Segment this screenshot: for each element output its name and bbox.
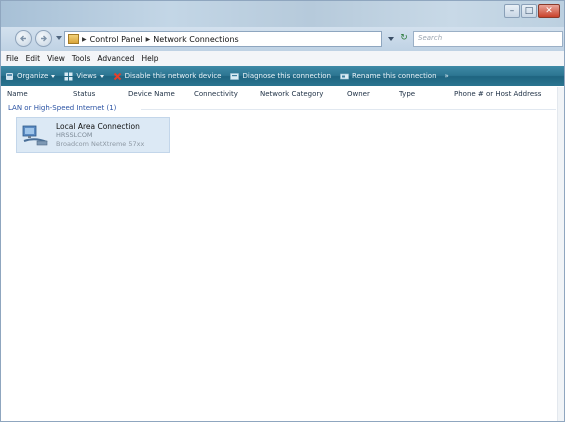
more-commands-button[interactable]: » xyxy=(445,72,449,80)
menu-view[interactable]: View xyxy=(47,54,65,63)
breadcrumb-separator-icon[interactable]: ▶ xyxy=(146,36,151,43)
organize-button[interactable]: Organize xyxy=(5,72,56,81)
forward-arrow-icon xyxy=(41,35,47,42)
disable-x-icon xyxy=(113,72,121,80)
search-input[interactable]: Search xyxy=(413,31,563,47)
column-header-owner[interactable]: Owner xyxy=(347,90,370,98)
menu-help[interactable]: Help xyxy=(141,54,158,63)
network-adapter-icon xyxy=(22,125,48,146)
column-header-type[interactable]: Type xyxy=(399,90,415,98)
minimize-button[interactable]: – xyxy=(504,4,520,18)
organize-label: Organize xyxy=(17,72,49,80)
views-icon xyxy=(64,72,73,80)
maximize-icon: □ xyxy=(524,6,534,16)
control-panel-icon xyxy=(68,34,79,44)
breadcrumb-separator-icon[interactable]: ▶ xyxy=(82,36,87,43)
back-button[interactable] xyxy=(15,30,32,47)
refresh-icon[interactable]: ↻ xyxy=(397,32,411,45)
rename-button[interactable]: Rename this connection xyxy=(340,72,437,81)
title-bar: – □ ✕ xyxy=(1,1,564,27)
menu-file[interactable]: File xyxy=(6,54,19,63)
column-header-phone-host[interactable]: Phone # or Host Address xyxy=(454,90,541,98)
back-arrow-icon xyxy=(20,35,26,42)
column-header-device-name[interactable]: Device Name xyxy=(128,90,175,98)
minimize-icon: – xyxy=(509,6,515,16)
column-header-connectivity[interactable]: Connectivity xyxy=(194,90,238,98)
menu-advanced[interactable]: Advanced xyxy=(97,54,134,63)
disable-device-button[interactable]: Disable this network device xyxy=(113,72,222,81)
connection-adapter: Broadcom NetXtreme 57xx xyxy=(56,140,145,148)
breadcrumb-control-panel[interactable]: Control Panel xyxy=(90,35,143,44)
breadcrumb-network-connections[interactable]: Network Connections xyxy=(153,35,238,44)
organize-caret-icon xyxy=(51,74,56,78)
command-bar: Organize Views Disable this network devi… xyxy=(1,66,564,86)
menu-tools[interactable]: Tools xyxy=(72,54,90,63)
diagnose-label: Diagnose this connection xyxy=(242,72,332,80)
address-dropdown-icon[interactable] xyxy=(385,33,397,45)
views-button[interactable]: Views xyxy=(64,72,104,81)
close-icon: ✕ xyxy=(545,6,553,16)
maximize-button[interactable]: □ xyxy=(521,4,537,18)
explorer-window: – □ ✕ ▶ Control Panel ▶ Network Connecti… xyxy=(0,0,565,422)
diagnose-button[interactable]: Diagnose this connection xyxy=(230,72,331,81)
menu-edit[interactable]: Edit xyxy=(26,54,41,63)
close-button[interactable]: ✕ xyxy=(538,4,560,18)
column-header-status[interactable]: Status xyxy=(73,90,95,98)
column-header-name[interactable]: Name xyxy=(7,90,28,98)
connection-name: Local Area Connection xyxy=(56,122,140,131)
address-field[interactable]: ▶ Control Panel ▶ Network Connections xyxy=(64,31,382,47)
column-header-network-category[interactable]: Network Category xyxy=(260,90,323,98)
views-label: Views xyxy=(76,72,97,80)
disable-device-label: Disable this network device xyxy=(124,72,222,80)
recent-pages-dropdown[interactable] xyxy=(56,36,62,40)
group-divider xyxy=(141,109,556,110)
group-header-lan[interactable]: LAN or High-Speed Internet (1) xyxy=(8,104,116,112)
search-placeholder: Search xyxy=(418,34,443,42)
address-toolbar: ▶ Control Panel ▶ Network Connections ↻ … xyxy=(1,27,564,52)
diagnose-icon xyxy=(230,72,240,80)
forward-button[interactable] xyxy=(35,30,52,47)
column-headers: Name Status Device Name Connectivity Net… xyxy=(1,87,564,101)
caption-buttons: – □ ✕ xyxy=(504,4,560,18)
vertical-scrollbar[interactable] xyxy=(557,87,564,421)
rename-icon xyxy=(340,73,349,79)
rename-label: Rename this connection xyxy=(352,72,437,80)
views-caret-icon xyxy=(99,74,104,78)
local-area-connection-item[interactable]: Local Area Connection HRSSLCOM Broadcom … xyxy=(16,117,170,153)
connection-device: HRSSLCOM xyxy=(56,131,93,139)
organize-icon xyxy=(6,72,13,80)
menu-bar: File Edit View Tools Advanced Help xyxy=(1,51,564,67)
